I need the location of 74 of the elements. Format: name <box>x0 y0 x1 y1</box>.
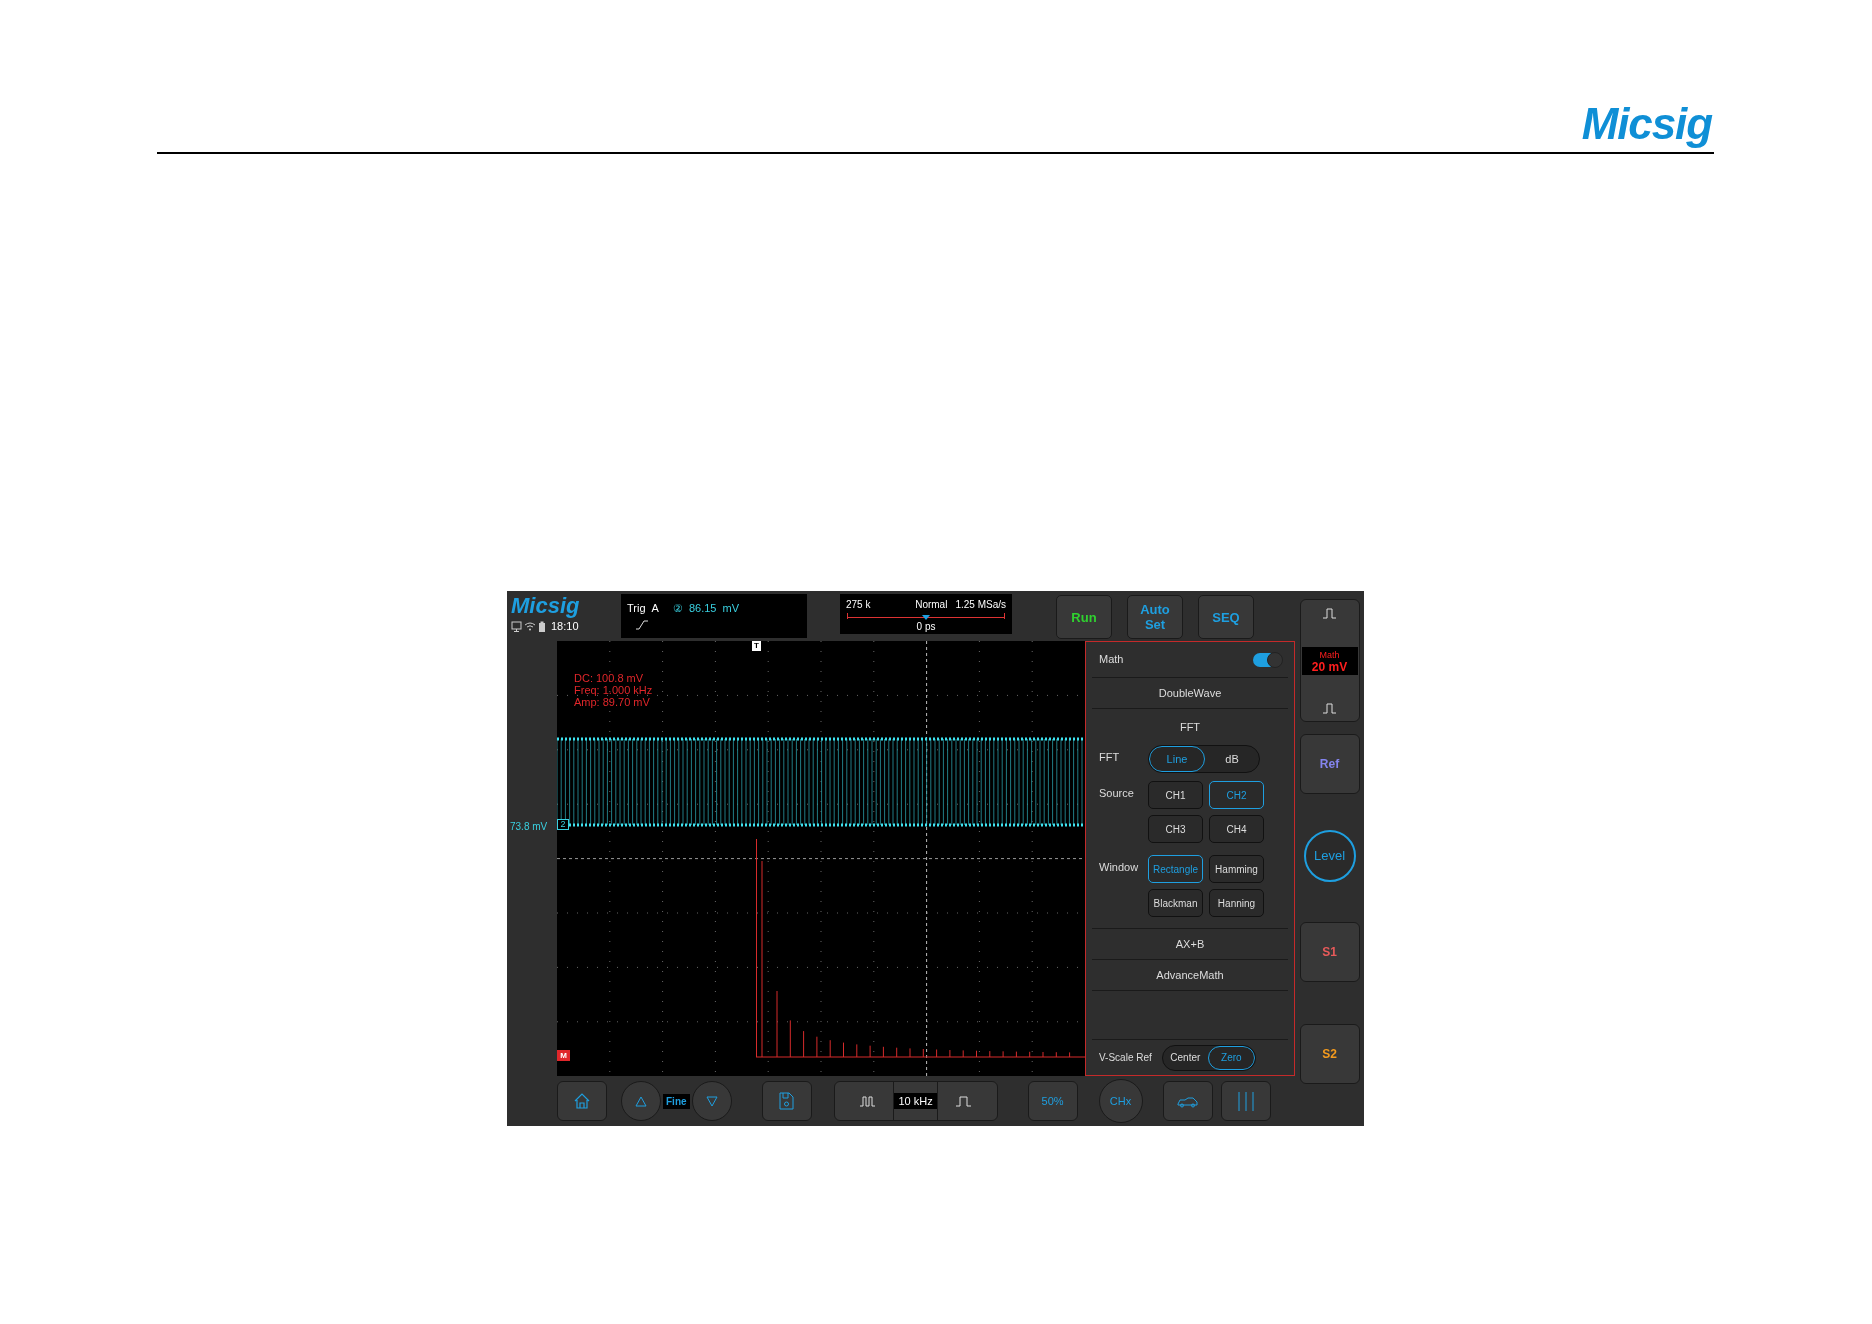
up-button[interactable] <box>621 1081 661 1121</box>
option-button[interactable]: Hamming <box>1209 855 1264 883</box>
frequency-value: 10 kHz <box>894 1092 937 1110</box>
option-button[interactable]: Hanning <box>1209 889 1264 917</box>
brand-logo: Micsig <box>1581 100 1712 148</box>
measurement-readout: Freq: 1.000 kHz <box>574 684 653 696</box>
monitor-icon <box>511 620 522 632</box>
side-button[interactable]: S2 <box>1299 1024 1360 1084</box>
time-offset: 0 ps <box>915 620 937 634</box>
pulse-icon <box>954 1094 972 1108</box>
car-button[interactable] <box>1162 1081 1213 1121</box>
clock-time: 18:10 <box>551 619 579 634</box>
run-control-button[interactable]: SEQ <box>1198 595 1254 639</box>
section-heading: FFT <box>1179 719 1201 735</box>
wifi-icon <box>524 621 536 632</box>
option-button[interactable]: CH2 <box>1209 781 1264 809</box>
run-control-button[interactable]: Auto Set <box>1127 595 1183 639</box>
option-label: V-Scale Ref <box>1099 1051 1152 1065</box>
math-toggle[interactable] <box>1253 652 1281 667</box>
level-knob-button[interactable]: Level <box>1303 830 1356 882</box>
option-button[interactable]: CH1 <box>1148 781 1203 809</box>
option-button[interactable]: dB <box>1205 746 1259 772</box>
menu-item[interactable]: DoubleWave <box>1158 684 1222 702</box>
channel-offset-label: 73.8 mV <box>510 820 548 834</box>
channel-select-button[interactable]: CHx <box>1098 1079 1143 1123</box>
home-icon <box>573 1092 591 1110</box>
pulse-icon <box>1322 606 1337 620</box>
car-icon <box>1176 1094 1200 1108</box>
option-label: Source <box>1098 786 1135 801</box>
save-button[interactable] <box>761 1081 812 1121</box>
channel-number: ② <box>672 601 683 616</box>
timebase-panel[interactable]: 275 k Normal 1.25 MSa/s 0 ps <box>840 594 1012 634</box>
measurement-readout: Amp: 89.70 mV <box>574 696 651 708</box>
option-button[interactable]: CH3 <box>1148 815 1203 843</box>
menu-item[interactable]: AdvanceMath <box>1156 966 1224 984</box>
trigger-source: A <box>651 601 659 616</box>
pulse-icon <box>1322 701 1337 715</box>
measurement-readout: DC: 100.8 mV <box>574 672 645 684</box>
acquisition-mode: Normal <box>915 598 948 612</box>
channel-marker[interactable]: 2 <box>557 819 569 830</box>
run-control-button[interactable]: Run <box>1056 595 1112 639</box>
cursor-button[interactable] <box>1220 1081 1271 1121</box>
option-button[interactable]: CH4 <box>1209 815 1264 843</box>
sample-rate: 1.25 MSa/s <box>955 598 1006 612</box>
option-label: FFT <box>1098 750 1121 765</box>
trigger-position-marker[interactable]: T <box>752 641 761 651</box>
math-scale-value: 20 mV <box>1311 660 1348 673</box>
math-marker[interactable]: M <box>557 1050 570 1061</box>
side-button[interactable]: Ref <box>1299 734 1360 794</box>
trigger-level: 86.15 mV <box>688 601 740 616</box>
option-label: Window <box>1098 860 1140 875</box>
option-button[interactable]: Blackman <box>1148 889 1203 917</box>
math-label: Math <box>1099 652 1124 668</box>
math-channel-card[interactable]: Math 20 mV <box>1299 599 1360 722</box>
rising-edge-icon <box>635 618 649 631</box>
up-triangle-icon <box>635 1095 647 1107</box>
trigger-panel[interactable]: Trig A ② 86.15 mV <box>621 594 807 638</box>
memory-depth: 275 k <box>846 598 871 612</box>
brand-logo: Micsig <box>511 594 581 618</box>
step-mode-label: Fine <box>663 1093 690 1109</box>
timebase-position-slider[interactable] <box>847 613 1005 619</box>
pulse-icon <box>859 1094 877 1108</box>
home-button[interactable] <box>557 1081 607 1121</box>
trigger-fifty-percent-button[interactable]: 50% <box>1027 1081 1078 1121</box>
math-label: Math <box>1319 648 1340 661</box>
option-button[interactable]: Rectangle <box>1148 855 1203 883</box>
trigger-label: Trig <box>627 601 646 616</box>
vertical-bars-icon <box>1236 1090 1255 1112</box>
battery-icon <box>538 620 546 632</box>
option-button[interactable]: Center <box>1162 1045 1208 1070</box>
menu-item[interactable]: AX+B <box>1175 935 1205 953</box>
down-button[interactable] <box>691 1081 732 1121</box>
save-icon <box>778 1092 796 1110</box>
down-triangle-icon <box>705 1095 718 1107</box>
